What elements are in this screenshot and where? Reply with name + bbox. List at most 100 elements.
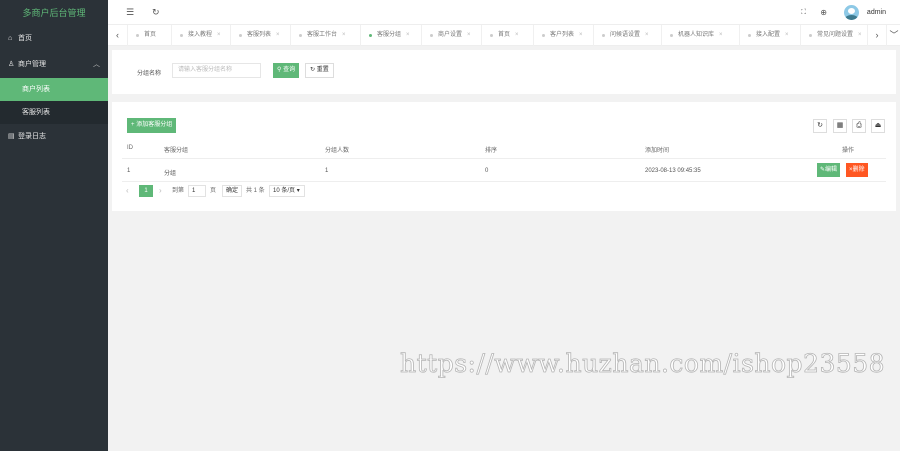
close-icon[interactable]: × bbox=[858, 32, 862, 38]
tab-label: 首页 bbox=[144, 32, 157, 38]
prev-page-icon[interactable]: ‹ bbox=[126, 185, 129, 197]
sidebar-item-home[interactable]: ⌂ 首页 bbox=[0, 26, 108, 52]
close-icon[interactable]: × bbox=[645, 32, 649, 38]
tab-customer-list[interactable]: 客户列表 × bbox=[534, 25, 594, 46]
edit-button[interactable]: ✎编辑 bbox=[817, 163, 841, 177]
close-icon[interactable]: × bbox=[785, 32, 789, 38]
total-count: 共 1 条 bbox=[246, 188, 265, 194]
user-name[interactable]: admin bbox=[867, 0, 886, 25]
dot-icon bbox=[748, 34, 751, 37]
dot-icon bbox=[490, 34, 493, 37]
reset-button[interactable]: ↻ 重置 bbox=[305, 63, 334, 78]
tab-label: 常见问题设置 bbox=[817, 32, 854, 38]
tab-home[interactable]: 首页 bbox=[128, 25, 172, 46]
column-header-count: 分组人数 bbox=[325, 148, 350, 154]
plus-icon: + bbox=[131, 122, 135, 128]
add-group-button-label: 添加客服分组 bbox=[136, 122, 173, 128]
avatar[interactable] bbox=[844, 5, 859, 20]
page-unit-label: 页 bbox=[210, 188, 217, 194]
tab-service-list[interactable]: 客服列表 × bbox=[231, 25, 291, 46]
menu-toggle-icon[interactable]: ☰ bbox=[126, 0, 134, 25]
refresh-icon[interactable]: ↻ bbox=[813, 119, 827, 133]
dot-icon bbox=[369, 34, 372, 37]
tab-label: 首页 bbox=[498, 32, 511, 38]
fullscreen-icon[interactable]: ⛶ bbox=[801, 0, 806, 25]
per-page-value: 10 条/页 bbox=[273, 188, 296, 194]
page-current[interactable]: 1 bbox=[139, 185, 153, 197]
group-name-input[interactable]: 请输入客服分组名称 bbox=[172, 63, 261, 78]
tab-home-2[interactable]: 首页 × bbox=[482, 25, 534, 46]
close-icon[interactable]: × bbox=[515, 32, 519, 38]
divider bbox=[122, 181, 886, 182]
refresh-icon: ↻ bbox=[310, 67, 316, 73]
close-icon[interactable]: × bbox=[719, 32, 723, 38]
tab-label: 接入配置 bbox=[756, 32, 781, 38]
columns-icon[interactable]: ▦ bbox=[833, 119, 847, 133]
sidebar: 多商户后台管理 ⌂ 首页 ♙ 商户管理 ︿ 商户列表 客服列表 ▤ 登录日志 bbox=[0, 0, 108, 451]
tab-greeting-settings[interactable]: 问候语设置 × bbox=[594, 25, 662, 46]
search-icon: ⚲ bbox=[277, 67, 282, 73]
sidebar-item-service-list[interactable]: 客服列表 bbox=[0, 101, 108, 124]
tab-label: 问候语设置 bbox=[610, 32, 641, 38]
brand-title: 多商户后台管理 bbox=[22, 8, 86, 18]
close-icon[interactable]: × bbox=[579, 32, 583, 38]
sidebar-submenu: 商户列表 客服列表 bbox=[0, 78, 108, 124]
print-icon[interactable]: ⎙ bbox=[852, 119, 866, 133]
reset-button-label: 重置 bbox=[316, 67, 329, 73]
dot-icon bbox=[602, 34, 605, 37]
divider bbox=[122, 158, 886, 159]
calendar-icon: ▤ bbox=[8, 133, 15, 140]
table-panel: + 添加客服分组 ↻ ▦ ⎙ ⏏ ID 客服分组 分组人数 排序 添加时间 操作… bbox=[112, 102, 896, 211]
close-icon[interactable]: × bbox=[217, 32, 221, 38]
confirm-page-button[interactable]: 确定 bbox=[222, 185, 243, 197]
per-page-select[interactable]: 10 条/页 ▾ bbox=[269, 185, 305, 197]
cell-sort: 0 bbox=[485, 168, 489, 174]
next-page-icon[interactable]: › bbox=[159, 185, 162, 197]
column-header-id: ID bbox=[127, 145, 133, 151]
tab-service-group[interactable]: 客服分组 × bbox=[361, 25, 422, 46]
tab-label: 客服分组 bbox=[377, 32, 402, 38]
sidebar-item-label: 首页 bbox=[18, 35, 32, 42]
column-header-time: 添加时间 bbox=[645, 148, 670, 154]
tab-label: 机器人知识库 bbox=[678, 32, 715, 38]
query-button-label: 查询 bbox=[283, 67, 296, 73]
edit-button-label: 编辑 bbox=[825, 167, 838, 173]
delete-button-label: 删除 bbox=[852, 167, 865, 173]
close-icon[interactable]: × bbox=[276, 32, 280, 38]
add-group-button[interactable]: + 添加客服分组 bbox=[127, 118, 177, 133]
cell-id: 1 bbox=[127, 168, 131, 174]
sidebar-item-login-log[interactable]: ▤ 登录日志 bbox=[0, 124, 108, 150]
chevron-down-icon[interactable]: ﹀ bbox=[884, 25, 900, 46]
chevron-up-icon: ︿ bbox=[93, 61, 100, 68]
column-header-group: 客服分组 bbox=[164, 148, 189, 154]
dot-icon bbox=[542, 34, 545, 37]
close-icon[interactable]: × bbox=[406, 32, 410, 38]
close-icon[interactable]: × bbox=[467, 32, 471, 38]
chevron-left-icon[interactable]: ‹ bbox=[108, 25, 128, 46]
tab-access-config[interactable]: 接入配置 × bbox=[740, 25, 801, 46]
close-icon[interactable]: × bbox=[342, 32, 346, 38]
page-input[interactable]: 1 bbox=[188, 185, 206, 197]
tab-tutorial[interactable]: 接入教程 × bbox=[172, 25, 231, 46]
export-icon[interactable]: ⏏ bbox=[871, 119, 885, 133]
query-button[interactable]: ⚲ 查询 bbox=[273, 63, 300, 78]
sidebar-item-label: 登录日志 bbox=[18, 133, 46, 140]
tab-faq-settings[interactable]: 常见问题设置 × bbox=[801, 25, 867, 46]
group-name-label: 分组名称 bbox=[137, 71, 162, 77]
globe-icon[interactable]: ⊕ bbox=[820, 0, 827, 25]
delete-button[interactable]: ×删除 bbox=[846, 163, 868, 177]
sidebar-item-merchant-list[interactable]: 商户列表 bbox=[0, 78, 108, 101]
column-header-actions: 操作 bbox=[842, 148, 855, 154]
tab-service-workbench[interactable]: 客服工作台 × bbox=[291, 25, 361, 46]
top-header: ☰ ↻ ⛶ ⊕ admin bbox=[108, 0, 900, 25]
dot-icon bbox=[299, 34, 302, 37]
cell-time: 2023-08-13 09:45:35 bbox=[645, 168, 701, 174]
tab-label: 接入教程 bbox=[188, 32, 213, 38]
tab-label: 客服工作台 bbox=[307, 32, 338, 38]
tab-merchant-settings[interactable]: 商户设置 × bbox=[422, 25, 482, 46]
sidebar-item-merchant-mgmt[interactable]: ♙ 商户管理 ︿ bbox=[0, 52, 108, 78]
tab-robot-kb[interactable]: 机器人知识库 × bbox=[662, 25, 740, 46]
dot-icon bbox=[809, 34, 812, 37]
home-icon: ⌂ bbox=[8, 35, 13, 42]
refresh-icon[interactable]: ↻ bbox=[152, 0, 160, 25]
